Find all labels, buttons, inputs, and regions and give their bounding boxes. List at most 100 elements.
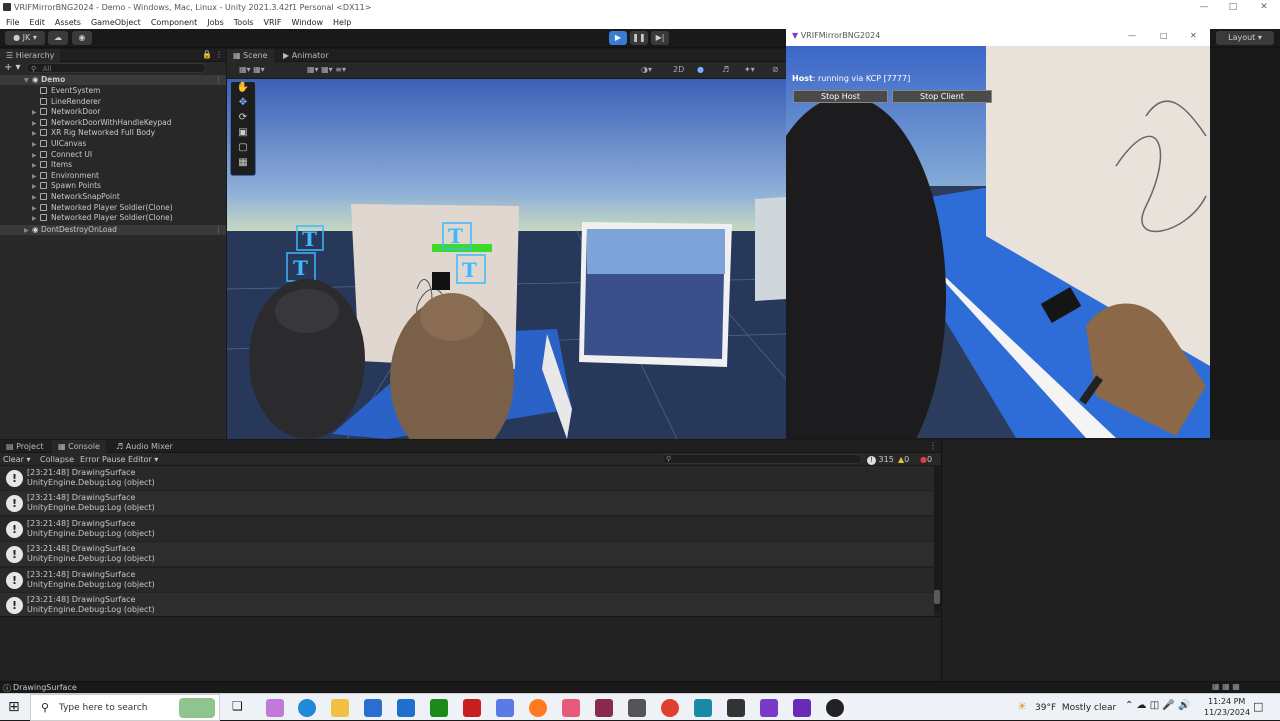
app-visual-studio-icon[interactable]	[760, 699, 778, 717]
menu-assets[interactable]: Assets	[55, 18, 81, 27]
menu-jobs[interactable]: Jobs	[207, 18, 224, 27]
editor-dropdown[interactable]: Editor ▾	[128, 453, 158, 466]
expand-arrow-icon[interactable]: ▶	[32, 172, 40, 182]
add-icon[interactable]: + ▾	[4, 62, 21, 73]
hierarchy-item[interactable]: ▶ NetworkSnapPoint	[0, 192, 226, 202]
game-maximize-icon[interactable]: □	[1160, 27, 1168, 45]
error-pause-button[interactable]: Error Pause	[80, 453, 126, 466]
status-text[interactable]: DrawingSurface	[13, 683, 77, 692]
hierarchy-item[interactable]: ▶ Networked Player Soldier(Clone)	[0, 213, 226, 223]
stop-host-button[interactable]: Stop Host	[793, 90, 888, 103]
hierarchy-item[interactable]: ▶ XR Rig Networked Full Body	[0, 128, 226, 138]
game-close-icon[interactable]: ✕	[1190, 27, 1197, 45]
app-chrome-icon[interactable]	[661, 699, 679, 717]
app-blue-icon[interactable]	[496, 699, 514, 717]
transform-tool-icon[interactable]: ▦	[231, 157, 255, 172]
rotate-tool-icon[interactable]: ⟳	[231, 112, 255, 127]
hierarchy-item[interactable]: ▶ NetworkDoorWithHandleKeypad	[0, 118, 226, 128]
menu-file[interactable]: File	[6, 18, 19, 27]
clock-time[interactable]: 11:24 PM	[1208, 697, 1245, 706]
menu-window[interactable]: Window	[291, 18, 323, 27]
weather-text[interactable]: 39°F Mostly clear	[1035, 703, 1116, 713]
menu-gameobject[interactable]: GameObject	[91, 18, 141, 27]
expand-arrow-icon[interactable]: ▶	[32, 108, 40, 118]
taskbar-search-input[interactable]: ⚲ Type here to search	[30, 694, 220, 721]
hierarchy-search-input[interactable]: ⚲ All	[26, 63, 206, 73]
collab-button[interactable]: ◉	[72, 31, 92, 45]
console-scrollbar-thumb[interactable]	[934, 590, 940, 604]
console-log-row[interactable]: ! [23:21:48] DrawingSurface UnityEngine.De…	[0, 516, 934, 542]
maximize-icon[interactable]: □	[1219, 0, 1247, 15]
hierarchy-item[interactable]: ▶ Items	[0, 160, 226, 170]
account-button[interactable]: ● JK ▾	[5, 31, 45, 45]
menu-vrif[interactable]: VRIF	[263, 18, 281, 27]
scene-more-icon[interactable]: ⋮	[215, 75, 223, 85]
lighting-icon[interactable]: ●	[697, 65, 704, 74]
play-button[interactable]: ▶	[609, 31, 627, 45]
expand-arrow-icon[interactable]: ▶	[32, 182, 40, 192]
game-viewport[interactable]: Host: running via KCP [7777] Stop Host S…	[786, 46, 1210, 438]
mode-2d-button[interactable]: 2D	[673, 65, 684, 74]
expand-arrow-icon[interactable]: ▶	[32, 140, 40, 150]
console-log-row[interactable]: ! [23:21:48] DrawingSurface UnityEngine.De…	[0, 491, 934, 517]
clock-date[interactable]: 11/23/2024	[1204, 708, 1250, 717]
expand-arrow-icon[interactable]: ▶	[32, 119, 40, 129]
more-menu-icon[interactable]: ⋮	[215, 50, 223, 59]
tab-animator[interactable]: ▶ Animator	[277, 49, 334, 62]
console-search-input[interactable]: ⚲	[662, 454, 862, 464]
tray-icons[interactable]: ⌃ ☁ ◫ 🎤 🔊	[1125, 700, 1190, 711]
step-button[interactable]: ▶|	[651, 31, 669, 45]
windows-start-icon[interactable]: ⊞	[8, 699, 20, 715]
tab-hierarchy[interactable]: ☰ Hierarchy	[0, 49, 61, 62]
error-count-toggle[interactable]: ●0	[920, 453, 932, 466]
shading-icon[interactable]: ◑▾	[641, 65, 652, 74]
console-more-icon[interactable]: ⋮	[929, 441, 937, 450]
menu-edit[interactable]: Edit	[29, 18, 45, 27]
expand-arrow-icon[interactable]: ▶	[32, 129, 40, 139]
app-edge-icon[interactable]	[298, 699, 316, 717]
close-icon[interactable]: ✕	[1250, 0, 1278, 15]
hierarchy-item[interactable]: ▶ UICanvas	[0, 139, 226, 149]
log-count-toggle[interactable]: ! 315	[867, 453, 894, 466]
expand-arrow-icon[interactable]: ▶	[32, 204, 40, 214]
scene-root-demo[interactable]: ▼ ◉ Demo ⋮	[0, 75, 226, 85]
task-view-icon[interactable]: ❏	[232, 699, 243, 713]
lock-icon[interactable]: 🔒	[202, 50, 212, 59]
app-vrif-icon[interactable]	[793, 699, 811, 717]
hierarchy-item[interactable]: ▶ Connect UI	[0, 150, 226, 160]
tab-project[interactable]: ▤ Project	[0, 440, 49, 453]
hierarchy-item[interactable]: ▶ NetworkDoor	[0, 107, 226, 117]
app-copilot-icon[interactable]	[266, 699, 284, 717]
app-firefox-icon[interactable]	[529, 699, 547, 717]
scale-tool-icon[interactable]: ▣	[231, 127, 255, 142]
warn-count-toggle[interactable]: ▲0	[898, 453, 909, 466]
hand-tool-icon[interactable]: ✋	[231, 82, 255, 97]
hidden-objects-icon[interactable]: ⊘	[772, 65, 779, 74]
minimize-icon[interactable]: —	[1190, 0, 1218, 15]
menu-tools[interactable]: Tools	[234, 18, 254, 27]
console-log-row[interactable]: ! [23:21:48] DrawingSurface UnityEngine.De…	[0, 593, 934, 616]
pause-button[interactable]: ❚❚	[630, 31, 648, 45]
gizmo-toggle-icon[interactable]: ▦▾ ▦▾ ≡▾	[307, 65, 346, 74]
console-log-row[interactable]: ! [23:21:48] DrawingSurface UnityEngine.De…	[0, 466, 934, 491]
move-tool-icon[interactable]: ✥	[231, 97, 255, 112]
console-scrollbar[interactable]	[934, 466, 940, 612]
notification-icon[interactable]: □	[1253, 700, 1263, 713]
menu-component[interactable]: Component	[151, 18, 197, 27]
hierarchy-item[interactable]: ▶ Environment	[0, 171, 226, 181]
rect-tool-icon[interactable]: ▢	[231, 142, 255, 157]
expand-arrow-icon[interactable]: ▶	[32, 214, 40, 224]
tab-audio-mixer[interactable]: ♬ Audio Mixer	[110, 440, 179, 453]
clear-button[interactable]: Clear ▾	[3, 453, 30, 466]
console-log-row[interactable]: ! [23:21:48] DrawingSurface UnityEngine.De…	[0, 567, 934, 593]
cloud-button[interactable]: ☁	[48, 31, 68, 45]
game-minimize-icon[interactable]: —	[1128, 27, 1136, 45]
console-log-row[interactable]: ! [23:21:48] DrawingSurface UnityEngine.De…	[0, 542, 934, 568]
app-file-explorer-icon[interactable]	[331, 699, 349, 717]
app-winrar-icon[interactable]	[595, 699, 613, 717]
dontdestroy-more-icon[interactable]: ⋮	[215, 225, 223, 235]
app-tool-icon[interactable]	[562, 699, 580, 717]
hierarchy-item[interactable]: ▶ Spawn Points	[0, 181, 226, 191]
tab-console[interactable]: ▦ Console	[52, 440, 106, 453]
expand-arrow-icon[interactable]: ▶	[32, 161, 40, 171]
